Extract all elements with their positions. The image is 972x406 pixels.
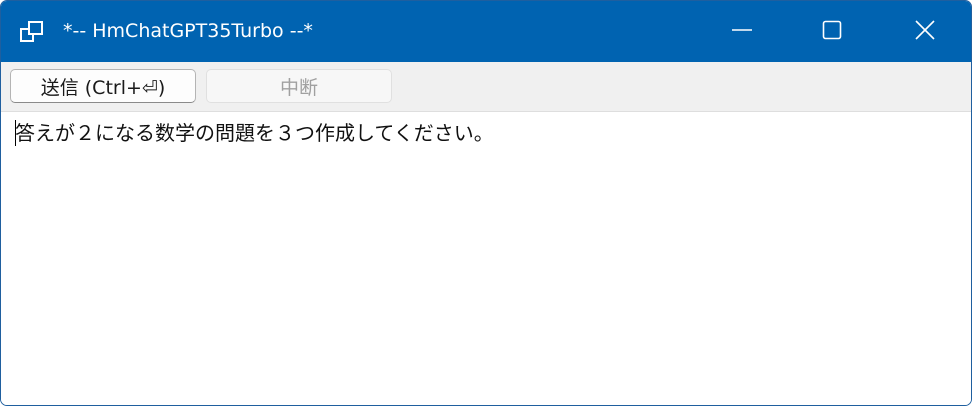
text-caret (15, 120, 16, 146)
toolbar: 送信 (Ctrl+⏎) 中断 (1, 62, 971, 112)
window-title: *-- HmChatGPT35Turbo --* (63, 20, 313, 42)
window-switch-icon[interactable] (20, 21, 44, 43)
close-icon (914, 19, 936, 45)
minimize-icon (731, 19, 753, 45)
close-button[interactable] (879, 1, 971, 62)
minimize-button[interactable] (696, 1, 788, 62)
stop-button[interactable]: 中断 (206, 69, 392, 103)
prompt-text[interactable]: 答えが２になる数学の問題を３つ作成してください。 (15, 119, 494, 147)
maximize-button[interactable] (786, 1, 878, 62)
title-bar[interactable]: *-- HmChatGPT35Turbo --* (1, 1, 971, 62)
prompt-editor[interactable]: 答えが２になる数学の問題を３つ作成してください。 (1, 113, 971, 405)
app-window: *-- HmChatGPT35Turbo --* 送信 (Ctrl+⏎) 中断 … (0, 0, 972, 406)
maximize-icon (821, 19, 843, 45)
send-button[interactable]: 送信 (Ctrl+⏎) (10, 69, 196, 103)
